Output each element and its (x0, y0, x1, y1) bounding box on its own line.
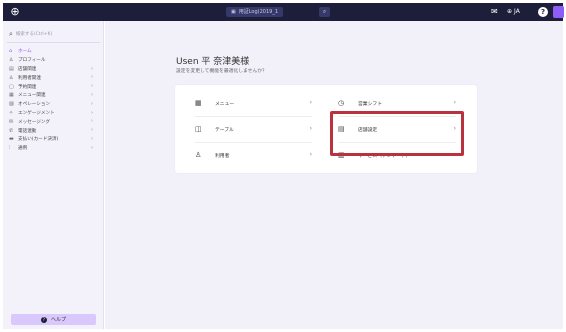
search-input[interactable]: 検索する(Ctrl+K) (16, 31, 52, 37)
language-label: JA (514, 8, 520, 15)
calendar-icon: ▢ (9, 83, 14, 90)
sidebar-item-label: 利用者関連 (18, 75, 41, 81)
menu-grid-icon: ▦ (195, 99, 202, 107)
chevron-right-icon: › (91, 83, 93, 90)
card-table[interactable]: ◫ テーブル › (195, 118, 312, 140)
chevron-right-icon: › (91, 118, 93, 125)
sidebar-item-messaging[interactable]: ✉ メッセージング › (9, 117, 101, 126)
card-label: 営業シフト (358, 101, 382, 107)
search-icon: ⌕ (9, 29, 13, 38)
sidebar-item-operations[interactable]: ▨ オペレーション › (9, 100, 101, 109)
sidebar-item-label: オペレーション (18, 102, 51, 108)
avatar[interactable] (553, 6, 564, 18)
sidebar-nav: ⌂ ホーム ♙ プロフィール ▤ 店舗関連 › ♙ 利用者関連 › ▢ 予約関連… (9, 47, 101, 153)
users-icon: ♙ (195, 151, 202, 159)
divider (7, 42, 100, 43)
language-selector[interactable]: ⊕ JA (507, 6, 520, 18)
sidebar-item-reservations[interactable]: ▢ 予約関連 › (9, 82, 101, 91)
globe-icon: ⊕ (507, 8, 513, 15)
help-icon[interactable]: ? (538, 7, 548, 17)
card-menu[interactable]: ▦ メニュー › (195, 92, 312, 114)
sidebar-item-reports[interactable]: ⫶ 通例 › (9, 144, 101, 153)
store-icon: ▤ (9, 65, 14, 72)
sidebar-item-label: 予約関連 (18, 84, 37, 90)
sidebar-item-profile[interactable]: ♙ プロフィール (9, 56, 101, 65)
person-icon: ♙ (9, 57, 14, 64)
top-bar: ⊕ ▣ 用証Log(2019_1 ⌕ ✉ ⊕ JA ? (3, 3, 564, 21)
sidebar-item-label: プロフィール (18, 58, 46, 64)
page-subtitle: 設定を変更して機能を最適化しませんか？ (176, 69, 267, 74)
help-circle-icon: ? (40, 316, 47, 323)
chevron-right-icon: › (91, 74, 93, 81)
sidebar-item-users[interactable]: ♙ 利用者関連 › (9, 73, 101, 82)
app-logo-icon[interactable]: ⊕ (9, 6, 21, 18)
chevron-right-icon: › (91, 100, 93, 107)
card-label: メニュー (215, 101, 235, 107)
chevron-right-icon: › (91, 144, 93, 151)
menu-icon: ▦ (9, 92, 14, 99)
card-label: テーブル (215, 127, 234, 133)
chevron-right-icon: › (91, 135, 93, 142)
card-label: 利用者 (215, 153, 230, 159)
topbar-search-icon[interactable]: ⌕ (319, 7, 330, 17)
chevron-right-icon: › (91, 109, 93, 116)
chevron-right-icon: › (91, 91, 93, 98)
sidebar-item-label: メニュー関連 (18, 93, 46, 99)
help-button[interactable]: ? ヘルプ (11, 314, 96, 325)
sidebar: ⌕ 検索する(Ctrl+K) ⌂ ホーム ♙ プロフィール ▤ 店舗関連 › ♙ (3, 21, 104, 329)
app-window: ⊕ ▣ 用証Log(2019_1 ⌕ ✉ ⊕ JA ? ⌕ 検索する(Ctrl+… (0, 0, 566, 332)
divider (195, 116, 312, 117)
chevron-right-icon: › (91, 127, 93, 134)
store-icon: ▣ (231, 9, 236, 15)
chevron-right-icon: › (309, 99, 312, 106)
divider (195, 142, 312, 143)
sidebar-item-label: 電話連動 (18, 128, 37, 134)
mail-icon[interactable]: ✉ (491, 6, 498, 18)
sidebar-item-label: エンゲージメント (18, 110, 55, 116)
sidebar-item-label: 店舗関連 (18, 66, 37, 72)
chevron-right-icon: › (309, 125, 312, 132)
sidebar-item-phone[interactable]: ✆ 電話連動 › (9, 126, 101, 135)
home-icon: ⌂ (9, 48, 13, 55)
chevron-right-icon: › (91, 65, 93, 72)
sidebar-item-label: メッセージング (18, 119, 51, 125)
chevron-right-icon: › (309, 151, 312, 158)
message-icon: ✉ (9, 118, 14, 125)
store-selector[interactable]: ▣ 用証Log(2019_1 (226, 7, 284, 17)
sidebar-item-payment[interactable]: ▬ 支払い(カード決済) › (9, 135, 101, 144)
option-icon: ▨ (9, 101, 14, 108)
help-label: ヘルプ (50, 317, 66, 323)
chart-icon: ⫶ (9, 145, 11, 152)
sidebar-item-label: 支払い(カード決済) (18, 137, 59, 143)
table-icon: ◫ (195, 125, 202, 133)
sidebar-item-engagement[interactable]: ✧ エンゲージメント › (9, 109, 101, 118)
store-selector-label: 用証Log(2019_1 (238, 9, 279, 15)
main-content: Usen 平 奈津美様 設定を変更して機能を最適化しませんか？ ▦ メニュー ›… (105, 21, 563, 329)
card-users[interactable]: ♙ 利用者 › (195, 144, 312, 166)
users-icon: ♙ (9, 74, 14, 81)
page-title: Usen 平 奈津美様 (176, 57, 250, 67)
sidebar-item-label: 通例 (18, 146, 28, 152)
sidebar-search[interactable]: ⌕ 検索する(Ctrl+K) (9, 29, 99, 39)
phone-icon: ✆ (9, 127, 14, 134)
engagement-icon: ✧ (9, 109, 14, 116)
sidebar-item-label: ホーム (18, 49, 32, 55)
clock-icon: ◷ (338, 99, 345, 107)
card-icon: ▬ (9, 136, 14, 143)
sidebar-item-menu[interactable]: ▦ メニュー関連 › (9, 91, 101, 100)
sidebar-item-store[interactable]: ▤ 店舗関連 › (9, 65, 101, 74)
highlight-box (330, 111, 464, 156)
sidebar-item-home[interactable]: ⌂ ホーム (9, 47, 101, 56)
